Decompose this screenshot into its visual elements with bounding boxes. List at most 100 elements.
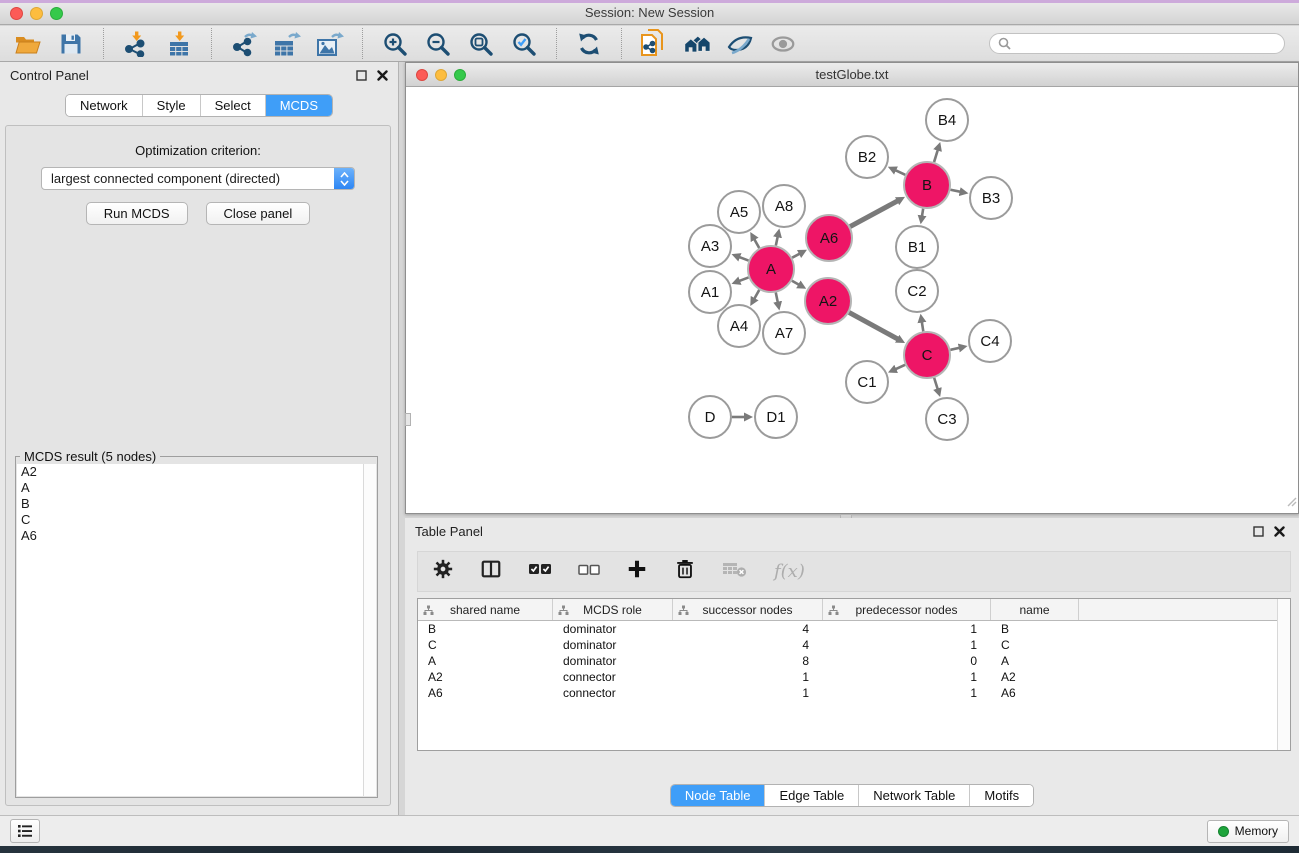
network-graph[interactable]: B4B2BB3A8A5A6A3B1AC2A1A2A4A7C4CC1C3DD1 [406,87,1298,513]
graph-edge-A-A7[interactable] [776,293,778,303]
mcds-result-item[interactable]: C [17,512,376,528]
open-file-button[interactable] [14,30,42,58]
tab-mcds[interactable]: MCDS [265,95,332,116]
close-panel-icon[interactable] [377,70,388,81]
show-task-history-button[interactable] [10,819,40,843]
float-table-panel-icon[interactable] [1253,526,1264,537]
graph-edge-A-A3[interactable] [739,257,749,261]
mcds-result-item[interactable]: B [17,496,376,512]
graph-node-B4[interactable]: B4 [926,99,968,141]
table-row[interactable]: A2connector11A2 [418,669,1290,685]
graph-edge-A2-C[interactable] [849,312,898,339]
network-canvas[interactable]: B4B2BB3A8A5A6A3B1AC2A1A2A4A7C4CC1C3DD1 [406,87,1298,513]
graph-node-A7[interactable]: A7 [763,312,805,354]
mcds-result-list[interactable]: A2ABCA6 [17,464,376,796]
graph-node-D1[interactable]: D1 [755,396,797,438]
table-row[interactable]: Adominator80A [418,653,1290,669]
home-view-button[interactable] [683,30,711,58]
mcds-result-scrollbar[interactable] [363,464,376,796]
table-row[interactable]: Cdominator41C [418,637,1290,653]
graph-node-D[interactable]: D [689,396,731,438]
tab-motifs[interactable]: Motifs [969,785,1033,806]
column-header-MCDS-role[interactable]: MCDS role [553,599,673,620]
column-header-successor-nodes[interactable]: successor nodes [673,599,823,620]
close-panel-button[interactable]: Close panel [206,202,311,225]
export-image-button[interactable] [316,30,344,58]
network-window-titlebar[interactable]: testGlobe.txt [406,63,1298,87]
import-table-button[interactable] [165,30,193,58]
tab-node-table[interactable]: Node Table [671,785,765,806]
deselect-all-button[interactable] [578,563,600,581]
graph-edge-C-C2[interactable] [922,322,924,332]
column-header-name[interactable]: name [991,599,1079,620]
graph-node-A5[interactable]: A5 [718,191,760,233]
graph-edge-B-B1[interactable] [922,209,923,217]
mcds-result-item[interactable]: A [17,480,376,496]
graph-edge-A-A8[interactable] [776,236,778,245]
graph-node-A6[interactable]: A6 [806,215,852,261]
graph-node-A[interactable]: A [748,246,794,292]
graph-edge-C-C1[interactable] [895,365,905,369]
tab-style[interactable]: Style [142,95,200,116]
graph-node-A8[interactable]: A8 [763,185,805,227]
zoom-fit-button[interactable] [467,30,495,58]
graph-node-B[interactable]: B [904,162,950,208]
graph-edge-A-A2[interactable] [792,281,799,285]
network-close-button[interactable] [416,69,428,81]
graph-edge-A-A4[interactable] [754,290,759,299]
delete-column-button[interactable] [674,558,696,585]
graph-edge-A-A6[interactable] [792,254,800,258]
add-column-button[interactable] [626,558,648,585]
memory-button[interactable]: Memory [1207,820,1289,843]
apply-layout-button[interactable] [575,30,603,58]
zoom-out-button[interactable] [424,30,452,58]
tab-select[interactable]: Select [200,95,265,116]
search-input[interactable] [1016,37,1276,51]
graph-node-A1[interactable]: A1 [689,271,731,313]
delete-table-button[interactable] [722,560,748,583]
graph-node-C2[interactable]: C2 [896,270,938,312]
tab-edge-table[interactable]: Edge Table [764,785,858,806]
zoom-selected-button[interactable] [510,30,538,58]
toggle-column-view-button[interactable] [480,558,502,585]
graph-node-A3[interactable]: A3 [689,225,731,267]
graph-edge-B-B2[interactable] [895,170,905,175]
graph-node-B3[interactable]: B3 [970,177,1012,219]
close-table-panel-icon[interactable] [1274,526,1285,537]
table-row[interactable]: Bdominator41B [418,621,1290,637]
tab-network-table[interactable]: Network Table [858,785,969,806]
function-builder-button[interactable]: f(x) [774,561,805,582]
save-session-button[interactable] [57,30,85,58]
network-resize-grip[interactable] [1285,494,1297,512]
zoom-in-button[interactable] [381,30,409,58]
network-from-file-button[interactable] [640,30,668,58]
graph-node-C4[interactable]: C4 [969,320,1011,362]
run-mcds-button[interactable]: Run MCDS [86,202,188,225]
export-table-button[interactable] [273,30,301,58]
graph-edge-A-A5[interactable] [754,239,759,248]
mcds-result-item[interactable]: A2 [17,464,376,480]
search-field[interactable] [989,33,1285,54]
show-details-button[interactable] [769,30,797,58]
column-header-shared-name[interactable]: shared name [418,599,553,620]
graph-node-C3[interactable]: C3 [926,398,968,440]
float-panel-icon[interactable] [356,70,367,81]
hide-details-button[interactable] [726,30,754,58]
table-scrollbar[interactable] [1277,599,1290,750]
graph-edge-B-B3[interactable] [951,190,961,192]
graph-edge-C-C3[interactable] [934,378,938,390]
tab-network[interactable]: Network [66,95,142,116]
export-network-button[interactable] [230,30,258,58]
graph-node-B2[interactable]: B2 [846,136,888,178]
network-window-grip[interactable] [405,413,411,426]
criterion-select[interactable]: largest connected component (directed) [41,167,355,190]
graph-edge-A-A1[interactable] [739,277,749,281]
graph-node-A2[interactable]: A2 [805,278,851,324]
mcds-result-item[interactable]: A6 [17,528,376,544]
graph-edge-B-B4[interactable] [934,150,938,162]
graph-node-C1[interactable]: C1 [846,361,888,403]
graph-edge-A6-B[interactable] [850,201,898,227]
table-settings-button[interactable] [432,558,454,585]
select-all-button[interactable] [528,562,552,581]
graph-node-C[interactable]: C [904,332,950,378]
